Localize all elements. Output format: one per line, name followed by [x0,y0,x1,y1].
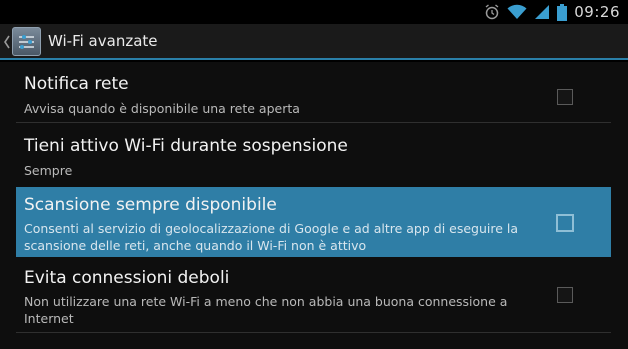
scansione-checkbox[interactable] [556,214,574,232]
status-icons: 09:26 [484,2,620,22]
setting-subtitle: Sempre [24,163,73,178]
setting-subtitle-line1: Consenti al servizio di geolocalizzazion… [24,221,519,236]
setting-subtitle: Avvisa quando è disponibile una rete ape… [24,101,300,116]
notifica-rete-checkbox[interactable] [557,89,573,105]
setting-tieni-attivo-wifi[interactable]: Tieni attivo Wi-Fi durante sospensione S… [16,130,611,180]
status-bar: 09:26 [0,0,628,24]
wifi-settings-icon[interactable] [12,27,41,56]
action-bar: Wi-Fi avanzate [0,24,628,60]
divider [16,332,611,333]
setting-scansione-sempre-disponibile[interactable]: Scansione sempre disponibile Consenti al… [16,187,611,257]
setting-notifica-rete[interactable]: Notifica rete Avvisa quando è disponibil… [16,68,611,118]
wifi-icon [507,4,527,19]
evita-connessioni-checkbox[interactable] [557,287,573,303]
setting-subtitle-line1: Non utilizzare una rete Wi-Fi a meno che… [24,294,508,309]
setting-title: Tieni attivo Wi-Fi durante sospensione [24,136,348,156]
alarm-icon [485,4,499,20]
status-time: 09:26 [574,3,620,21]
back-chevron-icon[interactable] [2,32,12,52]
setting-title: Scansione sempre disponibile [24,195,277,215]
setting-subtitle-line2: scansione delle reti, anche quando il Wi… [24,238,367,253]
setting-title: Notifica rete [24,74,129,94]
battery-icon [557,3,568,21]
setting-evita-connessioni-deboli[interactable]: Evita connessioni deboli Non utilizzare … [16,262,611,328]
signal-icon [535,5,550,19]
page-title: Wi-Fi avanzate [48,32,158,50]
settings-list: Notifica rete Avvisa quando è disponibil… [0,62,628,349]
divider [16,122,611,123]
setting-title: Evita connessioni deboli [24,268,230,288]
setting-subtitle-line2: Internet [24,311,74,326]
